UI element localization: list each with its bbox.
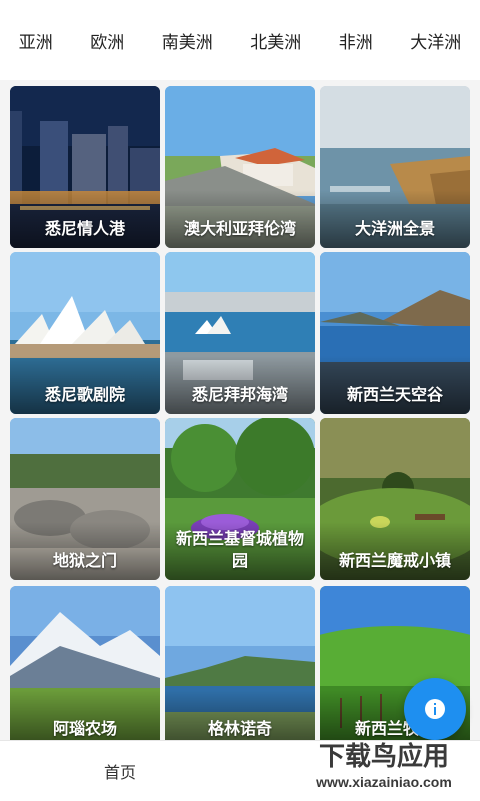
card-label: 澳大利亚拜伦湾 [183, 219, 296, 238]
info-icon [425, 699, 445, 719]
tab-asia[interactable]: 亚洲 [15, 28, 57, 53]
card-sydney-opera-house[interactable]: 悉尼歌剧院 [10, 252, 160, 414]
card-christchurch-botanic-garden[interactable]: 新西兰基督城植物园 [165, 418, 315, 580]
card-glenorchy[interactable]: 格林诺奇 [165, 586, 315, 748]
card-label: 阿瑙农场 [52, 719, 117, 738]
card-label: 新西兰魔戒小镇 [338, 551, 451, 570]
card-label: 新西兰基督城植物园 [175, 529, 304, 570]
svg-text:www.xiazainiao.com: www.xiazainiao.com [315, 774, 452, 790]
tab-africa[interactable]: 非洲 [335, 28, 377, 53]
card-label: 大洋洲全景 [354, 219, 435, 238]
card-hobbiton[interactable]: 新西兰魔戒小镇 [320, 418, 470, 580]
card-hells-gate[interactable]: 地狱之门 [10, 418, 160, 580]
tab-north-america[interactable]: 北美洲 [246, 28, 305, 53]
card-sydney-bay[interactable]: 悉尼拜邦海湾 [165, 252, 315, 414]
info-button[interactable] [404, 678, 466, 740]
scenic-grid: 悉尼情人港 澳大利亚拜伦湾 大洋洲全景 悉尼歌剧院 悉尼拜邦海湾 新西兰天空谷 … [0, 80, 480, 748]
tab-oceania[interactable]: 大洋洲 [406, 28, 465, 53]
svg-text:下载鸟应用: 下载鸟应用 [319, 741, 449, 771]
card-label: 新西兰天空谷 [346, 385, 443, 404]
card-nz-sky-valley[interactable]: 新西兰天空谷 [320, 252, 470, 414]
card-label: 悉尼拜邦海湾 [191, 385, 288, 404]
watermark-logo: 下载鸟应用 www.xiazainiao.com [315, 741, 452, 790]
card-label: 悉尼歌剧院 [44, 385, 125, 404]
card-byron-bay[interactable]: 澳大利亚拜伦湾 [165, 86, 315, 248]
nav-home-button[interactable]: 首页 [80, 741, 160, 801]
card-sydney-darling-harbour[interactable]: 悉尼情人港 [10, 86, 160, 248]
card-anau-farm[interactable]: 阿瑙农场 [10, 586, 160, 748]
card-oceania-panorama[interactable]: 大洋洲全景 [320, 86, 470, 248]
tab-south-america[interactable]: 南美洲 [158, 28, 217, 53]
card-label: 地狱之门 [52, 551, 117, 570]
continent-tabs: 亚洲 欧洲 南美洲 北美洲 非洲 大洋洲 [0, 0, 480, 80]
tab-europe[interactable]: 欧洲 [86, 28, 128, 53]
card-label: 悉尼情人港 [44, 219, 125, 238]
